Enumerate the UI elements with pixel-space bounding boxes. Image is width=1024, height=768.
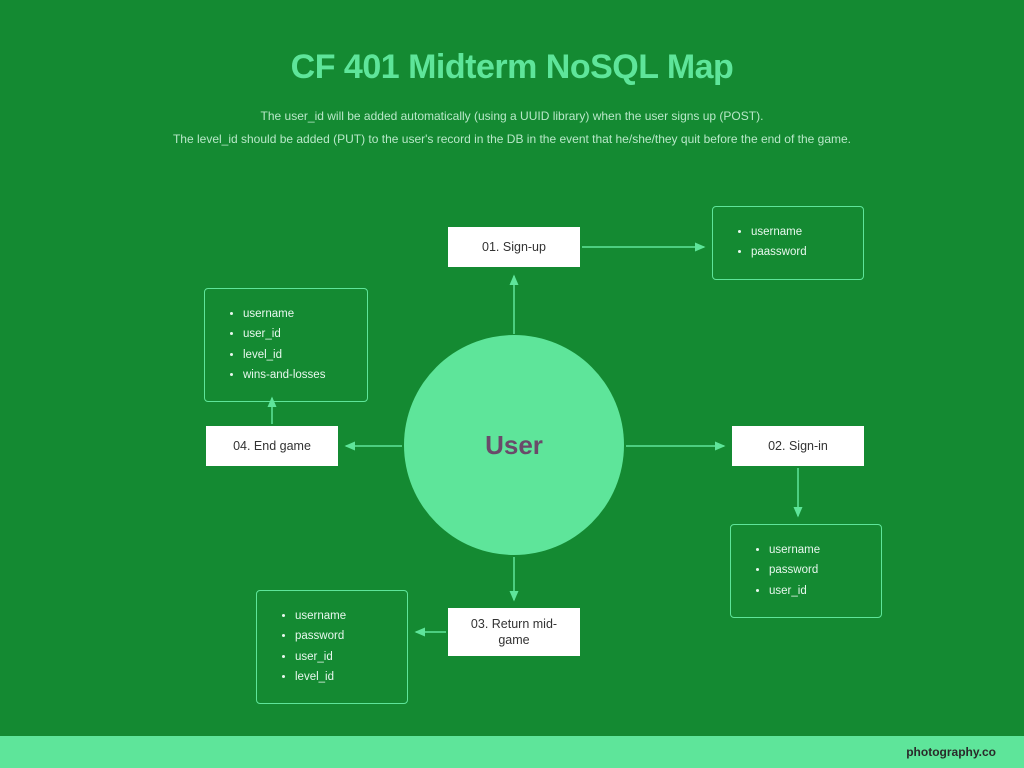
subtitle-line-2: The level_id should be added (PUT) to th… (0, 128, 1024, 151)
step-signup-label: 01. Sign-up (482, 239, 546, 255)
list-item: username (769, 542, 863, 559)
list-item: username (751, 224, 845, 241)
list-item: username (295, 608, 389, 625)
user-node-label: User (485, 430, 543, 461)
page-title: CF 401 Midterm NoSQL Map (0, 0, 1024, 87)
step-return-mid-label: 03. Return mid-game (458, 616, 570, 649)
list-item: user_id (295, 649, 389, 666)
attrs-endgame: username user_id level_id wins-and-losse… (204, 288, 368, 402)
list-item: level_id (295, 669, 389, 686)
attrs-signup: username paassword (712, 206, 864, 280)
footer-text: photography.co (906, 745, 996, 759)
list-item: wins-and-losses (243, 367, 349, 384)
page-subtitle: The user_id will be added automatically … (0, 105, 1024, 151)
list-item: password (295, 628, 389, 645)
subtitle-line-1: The user_id will be added automatically … (0, 105, 1024, 128)
user-node: User (404, 335, 624, 555)
list-item: level_id (243, 347, 349, 364)
list-item: username (243, 306, 349, 323)
attrs-signin: username password user_id (730, 524, 882, 618)
list-item: user_id (243, 326, 349, 343)
step-endgame: 04. End game (206, 426, 338, 466)
step-signin: 02. Sign-in (732, 426, 864, 466)
list-item: paassword (751, 244, 845, 261)
step-endgame-label: 04. End game (233, 438, 311, 454)
step-signup: 01. Sign-up (448, 227, 580, 267)
list-item: password (769, 562, 863, 579)
list-item: user_id (769, 583, 863, 600)
step-return-mid: 03. Return mid-game (448, 608, 580, 656)
attrs-return-mid: username password user_id level_id (256, 590, 408, 704)
step-signin-label: 02. Sign-in (768, 438, 828, 454)
footer-bar: photography.co (0, 736, 1024, 768)
